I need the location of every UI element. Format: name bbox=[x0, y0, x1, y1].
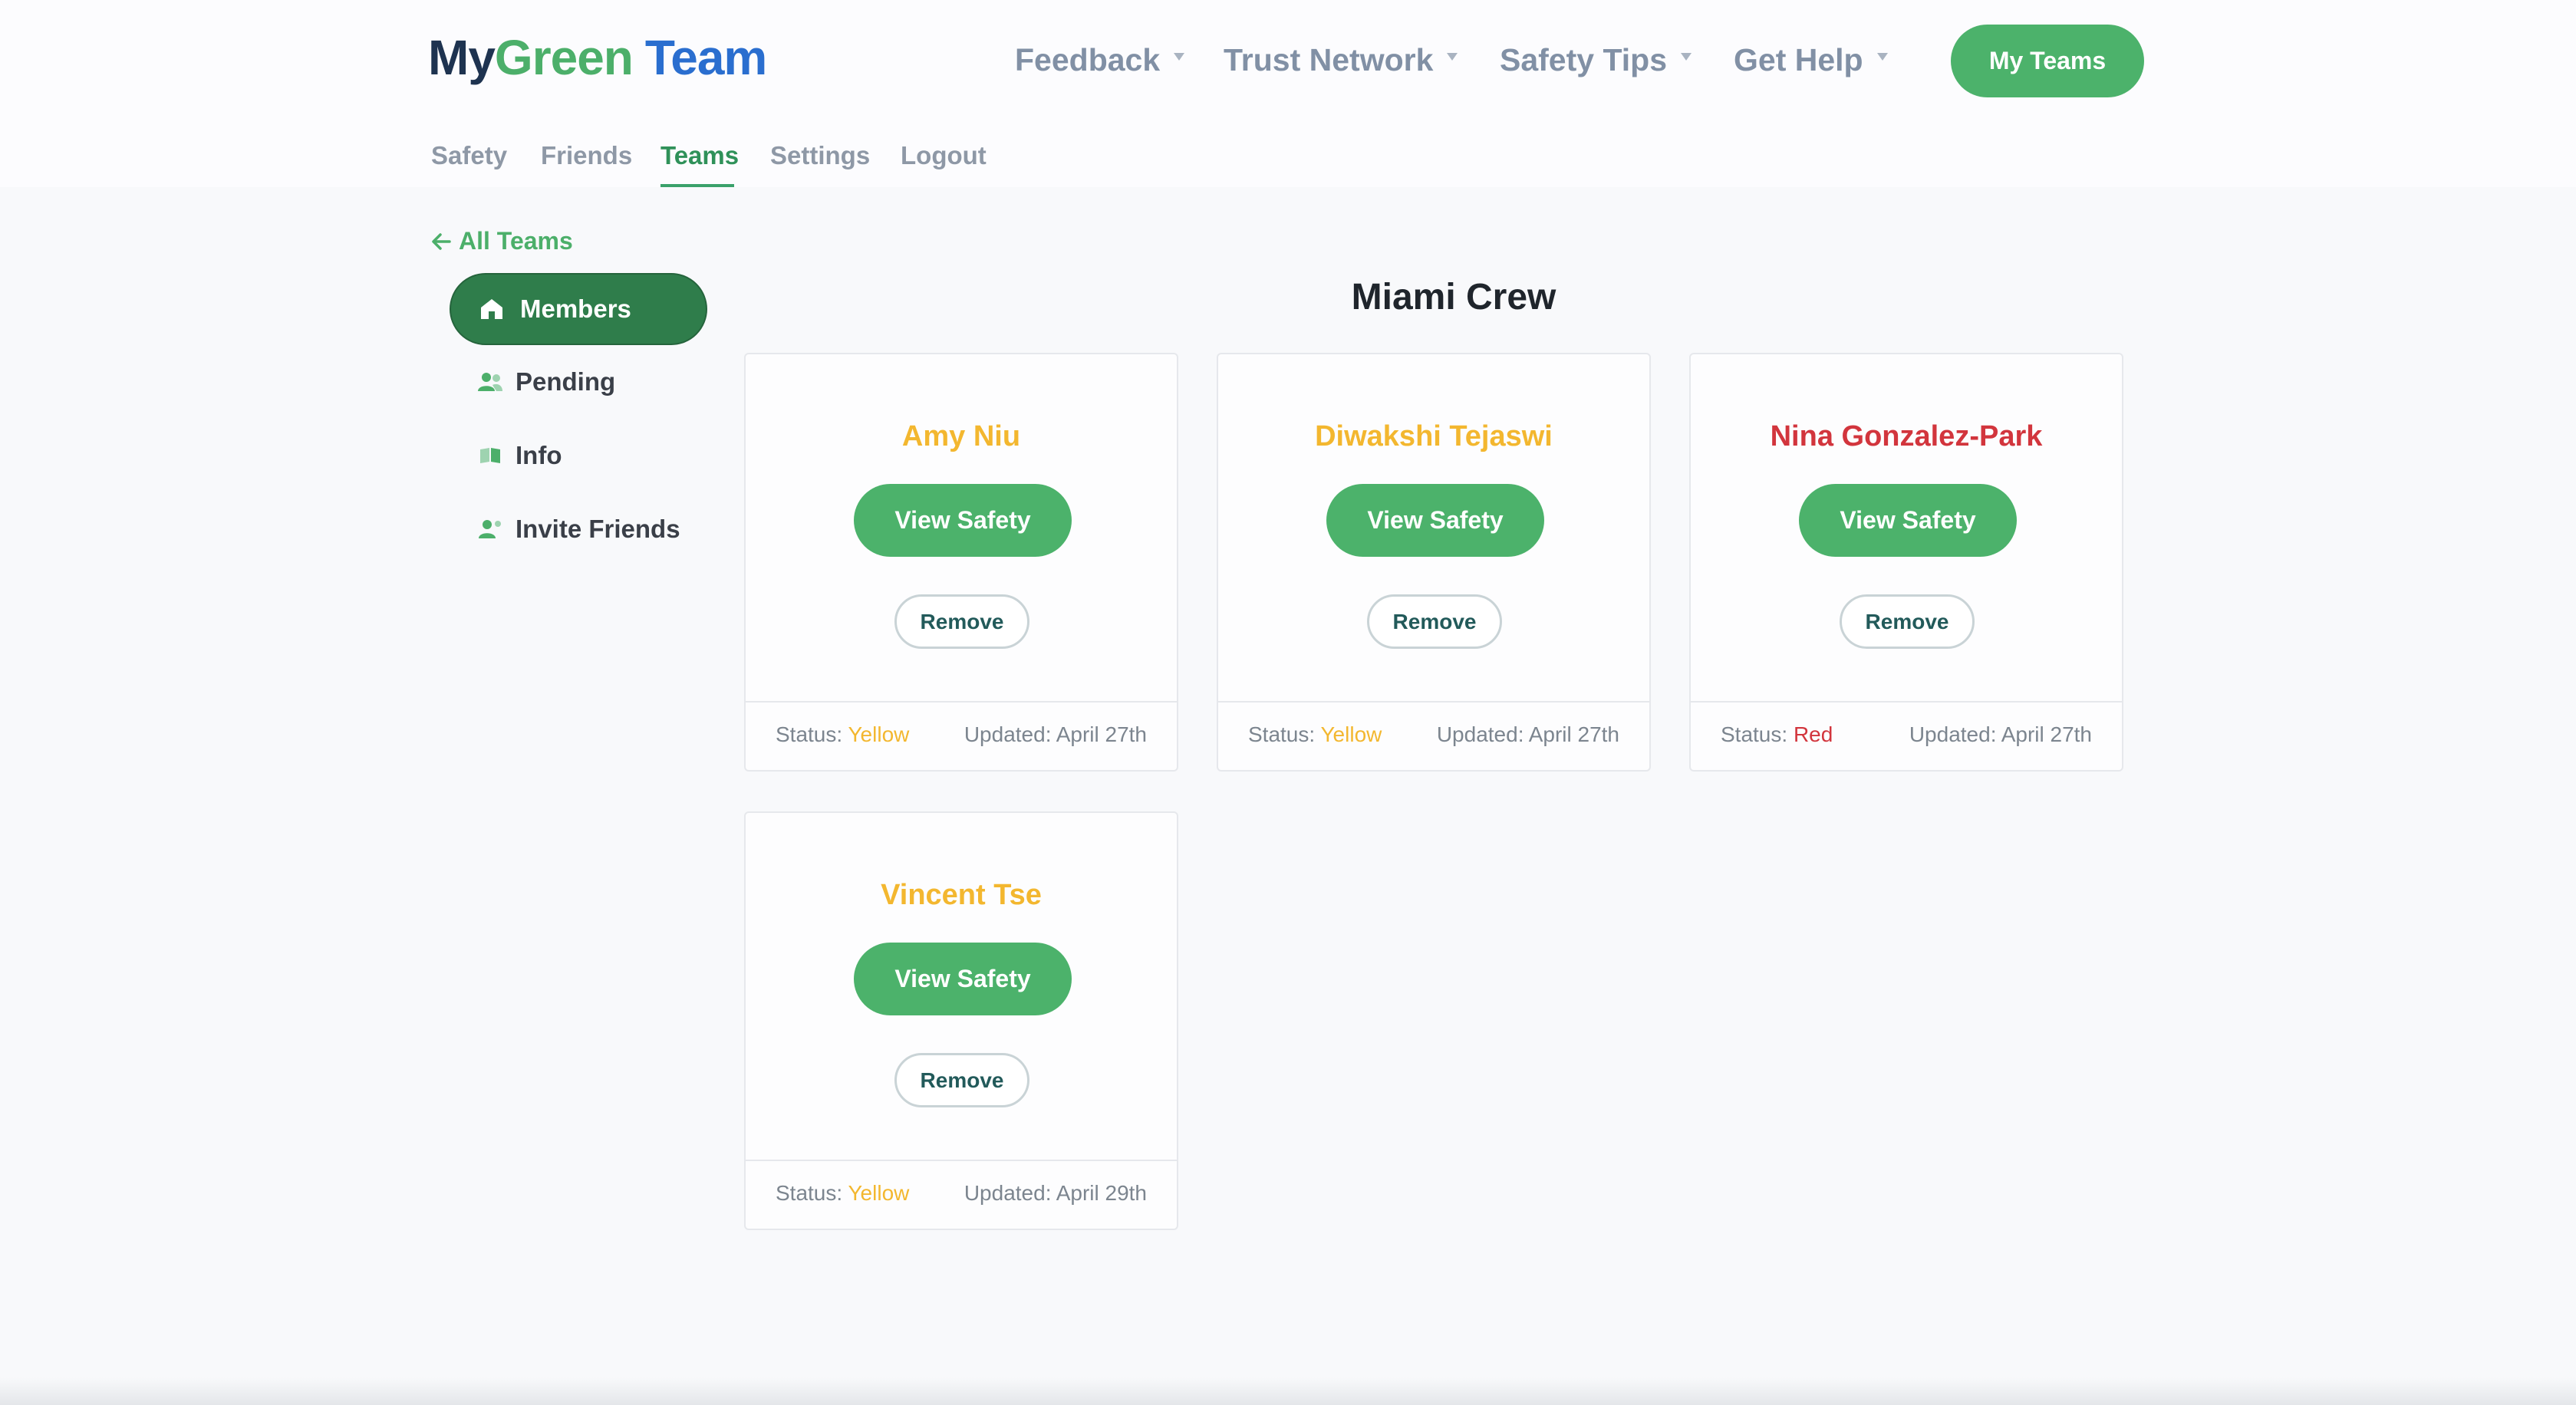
nav-safety-tips[interactable]: Safety Tips bbox=[1500, 37, 1692, 83]
active-tab-indicator bbox=[660, 184, 734, 187]
updated-text: Updated: April 27th bbox=[964, 722, 1147, 746]
sidebar-item-pending[interactable]: Pending bbox=[450, 346, 707, 418]
updated-text: Updated: April 27th bbox=[1436, 722, 1619, 746]
team-title: Miami Crew bbox=[1351, 277, 1556, 318]
home-icon bbox=[479, 296, 505, 322]
tab-teams[interactable]: Teams bbox=[660, 141, 739, 170]
status-value: Yellow bbox=[848, 722, 910, 746]
caret-down-icon bbox=[1447, 53, 1458, 61]
member-name: Amy Niu bbox=[901, 420, 1021, 452]
status-value: Yellow bbox=[1320, 722, 1382, 746]
tab-logout[interactable]: Logout bbox=[901, 141, 987, 170]
my-teams-button[interactable]: My Teams bbox=[1951, 25, 2144, 97]
nav-trust-network-label: Trust Network bbox=[1224, 41, 1434, 77]
remove-button[interactable]: Remove bbox=[1840, 594, 1975, 649]
sidebar-item-invite-friends[interactable]: Invite Friends bbox=[450, 493, 707, 565]
caret-down-icon bbox=[1681, 53, 1692, 61]
sidebar-item-label: Pending bbox=[516, 367, 616, 396]
card-footer: Status: Yellow Updated: April 27th bbox=[1218, 701, 1649, 770]
nav-feedback[interactable]: Feedback bbox=[1015, 37, 1185, 83]
sidebar-item-members[interactable]: Members bbox=[450, 273, 707, 345]
all-teams-label: All Teams bbox=[459, 227, 573, 255]
tab-settings[interactable]: Settings bbox=[770, 141, 870, 170]
nav-feedback-label: Feedback bbox=[1015, 41, 1161, 77]
status-label: Status: bbox=[776, 722, 843, 746]
view-safety-button[interactable]: View Safety bbox=[854, 484, 1072, 557]
status-value: Yellow bbox=[848, 1181, 910, 1205]
card-footer: Status: Yellow Updated: April 27th bbox=[746, 701, 1177, 770]
status-label: Status: bbox=[1721, 722, 1788, 746]
nav-get-help[interactable]: Get Help bbox=[1734, 37, 1888, 83]
member-card: Diwakshi Tejaswi View Safety Remove Stat… bbox=[1217, 353, 1651, 772]
logo-part-green: Green bbox=[494, 30, 634, 85]
tab-friends[interactable]: Friends bbox=[541, 141, 632, 170]
member-card: Amy Niu View Safety Remove Status: Yello… bbox=[744, 353, 1178, 772]
arrow-left-icon bbox=[432, 232, 451, 250]
add-person-icon bbox=[477, 516, 503, 542]
tab-safety[interactable]: Safety bbox=[431, 141, 507, 170]
remove-button[interactable]: Remove bbox=[894, 1053, 1029, 1107]
status-text: Status: Yellow bbox=[776, 722, 909, 747]
people-icon bbox=[477, 369, 503, 395]
nav-trust-network[interactable]: Trust Network bbox=[1224, 37, 1458, 83]
logo-part-team: Team bbox=[644, 30, 767, 85]
view-safety-button[interactable]: View Safety bbox=[1799, 484, 2017, 557]
bottom-shadow bbox=[0, 1377, 2576, 1405]
status-text: Status: Red bbox=[1721, 722, 1833, 747]
member-name: Nina Gonzalez-Park bbox=[1770, 420, 2043, 452]
nav-get-help-label: Get Help bbox=[1734, 41, 1863, 77]
sidebar-item-label: Members bbox=[520, 294, 631, 323]
sidebar-item-label: Invite Friends bbox=[516, 515, 680, 543]
book-icon bbox=[477, 443, 503, 469]
status-text: Status: Yellow bbox=[1248, 722, 1382, 747]
remove-button[interactable]: Remove bbox=[894, 594, 1029, 649]
nav-safety-tips-label: Safety Tips bbox=[1500, 41, 1667, 77]
member-card: Nina Gonzalez-Park View Safety Remove St… bbox=[1689, 353, 2123, 772]
view-safety-button[interactable]: View Safety bbox=[1326, 484, 1544, 557]
caret-down-icon bbox=[1174, 53, 1185, 61]
updated-text: Updated: April 27th bbox=[1909, 722, 2092, 746]
caret-down-icon bbox=[1876, 53, 1888, 61]
sidebar-item-info[interactable]: Info bbox=[450, 420, 707, 492]
card-footer: Status: Yellow Updated: April 29th bbox=[746, 1160, 1177, 1229]
status-label: Status: bbox=[776, 1181, 843, 1205]
sidebar-item-label: Info bbox=[516, 441, 562, 469]
remove-button[interactable]: Remove bbox=[1367, 594, 1502, 649]
member-card: Vincent Tse View Safety Remove Status: Y… bbox=[744, 811, 1178, 1230]
status-label: Status: bbox=[1248, 722, 1316, 746]
app-logo[interactable]: MyGreen Team bbox=[428, 29, 767, 86]
top-bar bbox=[0, 0, 2576, 187]
view-safety-button[interactable]: View Safety bbox=[854, 943, 1072, 1015]
logo-part-my: My bbox=[428, 30, 496, 85]
status-text: Status: Yellow bbox=[776, 1181, 909, 1206]
member-name: Vincent Tse bbox=[881, 879, 1042, 911]
status-value: Red bbox=[1793, 722, 1833, 746]
all-teams-link[interactable]: All Teams bbox=[431, 227, 573, 255]
member-name: Diwakshi Tejaswi bbox=[1315, 420, 1553, 452]
card-footer: Status: Red Updated: April 27th bbox=[1691, 701, 2122, 770]
updated-text: Updated: April 29th bbox=[964, 1181, 1147, 1205]
